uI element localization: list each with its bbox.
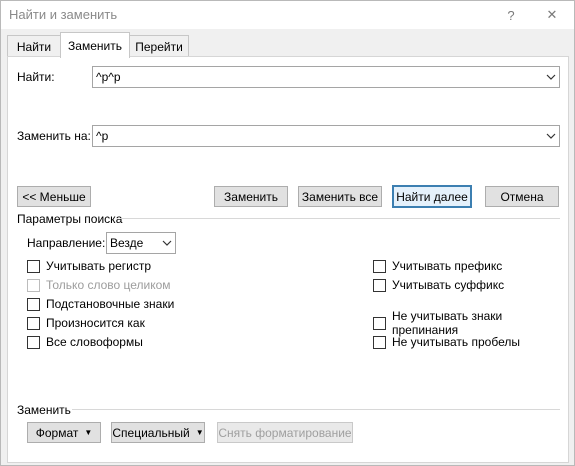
caret-down-icon: ▼ <box>84 428 93 437</box>
direction-value: Везде <box>110 236 144 250</box>
caret-down-icon: ▼ <box>195 428 204 437</box>
find-next-button[interactable]: Найти далее <box>392 185 472 208</box>
special-button-label: Специальный <box>112 425 190 440</box>
chevron-down-icon[interactable] <box>542 126 559 146</box>
replace-value: ^p <box>96 129 109 143</box>
whole-word-checkbox: Только слово целиком <box>27 277 171 293</box>
replace-section-divider <box>72 409 560 410</box>
find-label: Найти: <box>17 70 55 84</box>
ignore-whitespace-checkbox[interactable]: Не учитывать пробелы <box>373 334 520 350</box>
checkbox-box[interactable] <box>373 259 386 273</box>
ignore-whitespace-label: Не учитывать пробелы <box>392 335 520 349</box>
replace-section-heading: Заменить <box>17 403 71 417</box>
find-combo[interactable]: ^p^p <box>92 66 560 88</box>
format-button[interactable]: Формат ▼ <box>27 422 101 443</box>
close-icon[interactable]: ✕ <box>538 4 566 26</box>
clear-formatting-button: Снять форматирование <box>217 422 353 443</box>
search-options-heading: Параметры поиска <box>17 212 123 226</box>
sounds-like-checkbox[interactable]: Произносится как <box>27 315 145 331</box>
wildcards-label: Подстановочные знаки <box>46 297 175 311</box>
replace-all-button[interactable]: Заменить все <box>298 186 382 207</box>
replace-label: Заменить на: <box>17 129 91 143</box>
window-title: Найти и заменить <box>9 7 118 22</box>
match-suffix-label: Учитывать суффикс <box>392 278 505 292</box>
checkbox-box[interactable] <box>27 259 40 273</box>
replace-combo[interactable]: ^p <box>92 125 560 147</box>
special-button[interactable]: Специальный ▼ <box>111 422 205 443</box>
replace-tab-panel: Найти: ^p^p Заменить на: ^p << Меньше За… <box>7 56 569 463</box>
title-bar: Найти и заменить ? ✕ <box>1 1 574 29</box>
cancel-button[interactable]: Отмена <box>485 186 559 207</box>
direction-select[interactable]: Везде <box>106 232 176 254</box>
checkbox-box[interactable] <box>373 278 386 292</box>
find-value: ^p^p <box>96 70 121 84</box>
checkbox-box[interactable] <box>27 297 40 311</box>
ignore-punctuation-label: Не учитывать знаки препинания <box>392 309 503 337</box>
match-prefix-label: Учитывать префикс <box>392 259 503 273</box>
chevron-down-icon[interactable] <box>542 67 559 87</box>
chevron-down-icon[interactable] <box>158 233 175 253</box>
match-case-checkbox[interactable]: Учитывать регистр <box>27 258 151 274</box>
tab-replace[interactable]: Заменить <box>60 32 130 58</box>
tab-goto-label: Перейти <box>135 39 183 54</box>
tab-strip: Найти Заменить Перейти <box>7 32 567 58</box>
less-button[interactable]: << Меньше <box>17 186 91 207</box>
direction-label: Направление: <box>27 236 106 250</box>
ignore-punctuation-checkbox[interactable]: Не учитывать знаки препинания <box>373 309 568 337</box>
replace-button[interactable]: Заменить <box>214 186 288 207</box>
match-prefix-checkbox[interactable]: Учитывать префикс <box>373 258 502 274</box>
all-word-forms-checkbox[interactable]: Все словоформы <box>27 334 143 350</box>
match-suffix-checkbox[interactable]: Учитывать суффикс <box>373 277 504 293</box>
checkbox-box[interactable] <box>373 316 386 330</box>
help-icon[interactable]: ? <box>497 4 525 26</box>
tab-goto[interactable]: Перейти <box>129 35 189 57</box>
tab-find-label: Найти <box>16 39 52 54</box>
find-replace-dialog: Найти и заменить ? ✕ Найти Заменить Пере… <box>0 0 575 466</box>
checkbox-box[interactable] <box>27 335 40 349</box>
checkbox-box <box>27 278 40 292</box>
checkbox-box[interactable] <box>27 316 40 330</box>
match-case-label: Учитывать регистр <box>46 259 152 273</box>
tab-replace-label: Заменить <box>68 38 122 53</box>
checkbox-box[interactable] <box>373 335 386 349</box>
all-word-forms-label: Все словоформы <box>46 335 143 349</box>
whole-word-label: Только слово целиком <box>46 278 171 292</box>
format-button-label: Формат <box>35 425 79 440</box>
wildcards-checkbox[interactable]: Подстановочные знаки <box>27 296 174 312</box>
search-options-divider <box>120 218 560 219</box>
sounds-like-label: Произносится как <box>46 316 145 330</box>
tab-find[interactable]: Найти <box>7 35 61 57</box>
